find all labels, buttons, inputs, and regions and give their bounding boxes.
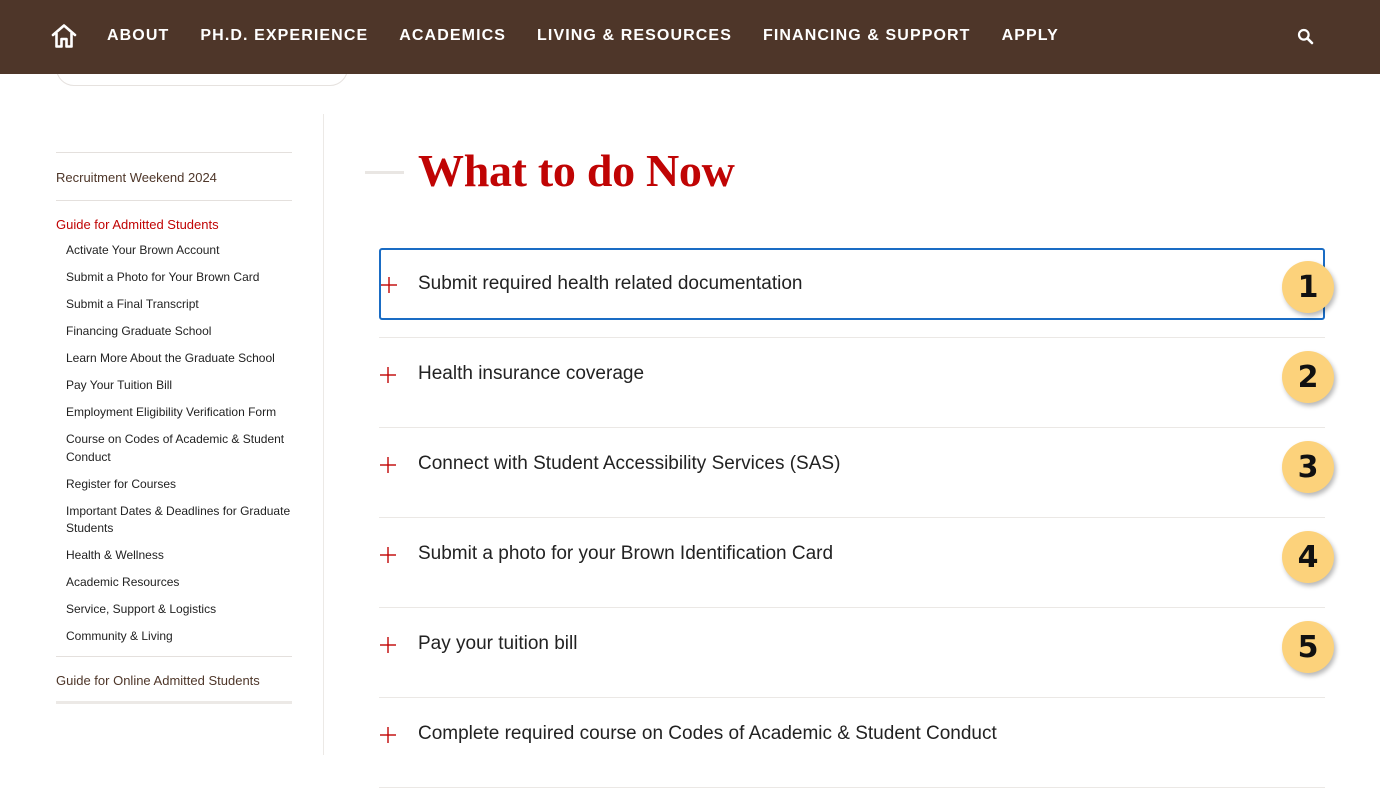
sidebar-divider — [323, 114, 324, 755]
accordion-item-health-documentation[interactable]: Submit required health related documenta… — [379, 248, 1334, 338]
plus-icon — [380, 547, 396, 563]
sidebar-item[interactable]: Financing Graduate School — [66, 318, 292, 345]
plus-icon — [380, 727, 396, 743]
accordion-label: Health insurance coverage — [418, 363, 645, 384]
sidebar-sublist: Activate Your Brown Account Submit a Pho… — [56, 237, 292, 656]
step-number-badge: 4 — [1282, 531, 1334, 583]
sidebar-rule — [56, 701, 292, 704]
accordion-item-tuition-bill[interactable]: Pay your tuition bill 5 — [379, 608, 1334, 698]
accordion-label: Connect with Student Accessibility Servi… — [418, 453, 841, 474]
accordion-label: Submit a photo for your Brown Identifica… — [418, 543, 834, 564]
accordion-label: Submit required health related documenta… — [418, 273, 803, 294]
sidebar-item[interactable]: Employment Eligibility Verification Form — [66, 399, 292, 426]
main-menu: About Ph.D. Experience Academics Living … — [107, 0, 1059, 72]
top-navigation-bar: About Ph.D. Experience Academics Living … — [0, 0, 1380, 74]
title-decoration-rule — [365, 171, 404, 174]
nav-academics[interactable]: Academics — [399, 27, 506, 45]
sidebar-item[interactable]: Health & Wellness — [66, 542, 292, 569]
accordion-item-id-card-photo[interactable]: Submit a photo for your Brown Identifica… — [379, 518, 1334, 608]
step-number-badge: 3 — [1282, 441, 1334, 493]
sidebar-item[interactable]: Submit a Final Transcript — [66, 291, 292, 318]
search-icon[interactable] — [1297, 28, 1314, 45]
accordion-label: Pay your tuition bill — [418, 633, 578, 654]
sidebar-item[interactable]: Submit a Photo for Your Brown Card — [66, 264, 292, 291]
home-icon[interactable] — [50, 22, 78, 50]
sidebar: Recruitment Weekend 2024 Guide for Admit… — [56, 152, 292, 704]
nav-living-resources[interactable]: Living & Resources — [537, 27, 732, 45]
step-number-badge: 1 — [1282, 261, 1334, 313]
accordion-label: Complete required course on Codes of Aca… — [418, 723, 997, 744]
nav-apply[interactable]: Apply — [1002, 27, 1059, 45]
sidebar-item[interactable]: Community & Living — [66, 623, 292, 650]
sidebar-item[interactable]: Pay Your Tuition Bill — [66, 372, 292, 399]
accordion-item-accessibility-services[interactable]: Connect with Student Accessibility Servi… — [379, 428, 1334, 518]
nav-phd-experience[interactable]: Ph.D. Experience — [200, 27, 368, 45]
sidebar-item[interactable]: Register for Courses — [66, 471, 292, 498]
accordion: Submit required health related documenta… — [379, 248, 1334, 788]
sidebar-item[interactable]: Course on Codes of Academic & Student Co… — [66, 426, 292, 471]
sidebar-item[interactable]: Service, Support & Logistics — [66, 596, 292, 623]
plus-icon — [381, 277, 397, 293]
accordion-item-conduct-course[interactable]: Complete required course on Codes of Aca… — [379, 698, 1325, 788]
sidebar-section-admitted-guide[interactable]: Guide for Admitted Students — [56, 201, 292, 237]
sidebar-item[interactable]: Learn More About the Graduate School — [66, 345, 292, 372]
sidebar-link-recruitment-weekend[interactable]: Recruitment Weekend 2024 — [56, 153, 292, 200]
plus-icon — [380, 637, 396, 653]
step-number-badge: 2 — [1282, 351, 1334, 403]
sidebar-item[interactable]: Academic Resources — [66, 569, 292, 596]
plus-icon — [380, 367, 396, 383]
step-number-badge: 5 — [1282, 621, 1334, 673]
sidebar-item[interactable]: Important Dates & Deadlines for Graduate… — [66, 498, 292, 543]
accordion-item-health-insurance[interactable]: Health insurance coverage 2 — [379, 338, 1334, 428]
nav-financing-support[interactable]: Financing & Support — [763, 27, 971, 45]
sidebar-link-online-admitted[interactable]: Guide for Online Admitted Students — [56, 657, 292, 701]
nav-about[interactable]: About — [107, 27, 169, 45]
plus-icon — [380, 457, 396, 473]
sidebar-item[interactable]: Activate Your Brown Account — [66, 237, 292, 264]
page-title: What to do Now — [418, 145, 735, 196]
